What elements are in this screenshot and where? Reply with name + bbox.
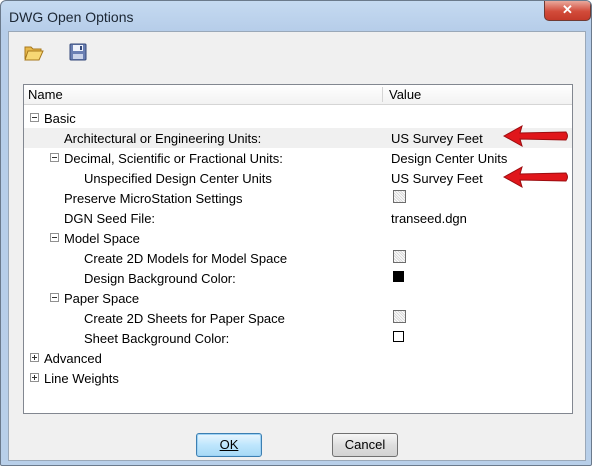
property-row[interactable]: DGN Seed File: transeed.dgn: [24, 208, 572, 228]
category-row-basic[interactable]: Basic: [24, 108, 572, 128]
red-arrow-icon: [502, 165, 568, 189]
collapse-icon[interactable]: [30, 113, 39, 122]
property-row[interactable]: Architectural or Engineering Units: US S…: [24, 128, 572, 148]
property-label: Design Background Color:: [84, 271, 236, 286]
property-value[interactable]: US Survey Feet: [391, 131, 483, 146]
open-button[interactable]: [21, 40, 47, 64]
category-row-model-space[interactable]: Model Space: [24, 228, 572, 248]
property-value[interactable]: US Survey Feet: [391, 171, 483, 186]
property-label: Preserve MicroStation Settings: [64, 191, 243, 206]
design-background-color-swatch[interactable]: [393, 271, 404, 282]
preserve-settings-checkbox[interactable]: [393, 190, 406, 203]
red-arrow-icon: [502, 124, 568, 148]
floppy-disk-icon: [69, 43, 87, 61]
arrow-shape: [502, 124, 568, 148]
save-button[interactable]: [65, 40, 91, 64]
property-label: Architectural or Engineering Units:: [64, 131, 262, 146]
category-label: Advanced: [44, 351, 102, 366]
category-label: Model Space: [64, 231, 140, 246]
property-row[interactable]: Create 2D Sheets for Paper Space: [24, 308, 572, 328]
create-2d-models-checkbox[interactable]: [393, 250, 406, 263]
category-label: Line Weights: [44, 371, 119, 386]
property-label: Create 2D Models for Model Space: [84, 251, 288, 266]
cancel-button[interactable]: Cancel: [332, 433, 398, 457]
dialog-client-area: Name Value Basic Architectural or Engine…: [8, 31, 586, 461]
sheet-background-color-swatch[interactable]: [393, 331, 404, 342]
property-label: Create 2D Sheets for Paper Space: [84, 311, 285, 326]
title-bar[interactable]: DWG Open Options ✕: [1, 1, 591, 35]
collapse-icon[interactable]: [50, 153, 59, 162]
property-label: Unspecified Design Center Units: [84, 171, 272, 186]
expand-icon[interactable]: [30, 373, 39, 382]
property-label: Decimal, Scientific or Fractional Units:: [64, 151, 283, 166]
close-button[interactable]: ✕: [544, 1, 591, 21]
column-divider[interactable]: [382, 87, 383, 102]
property-row[interactable]: Create 2D Models for Model Space: [24, 248, 572, 268]
property-label: DGN Seed File:: [64, 211, 156, 226]
category-row-advanced[interactable]: Advanced: [24, 348, 572, 368]
dwg-open-options-dialog: DWG Open Options ✕ Name Value Basic Arch…: [0, 0, 592, 466]
category-row-paper-space[interactable]: Paper Space: [24, 288, 572, 308]
category-label: Basic: [44, 111, 76, 126]
property-value[interactable]: transeed.dgn: [391, 211, 467, 226]
column-header-value[interactable]: Value: [389, 87, 421, 102]
category-label: Paper Space: [64, 291, 140, 306]
property-row[interactable]: Sheet Background Color:: [24, 328, 572, 348]
property-grid[interactable]: Name Value Basic Architectural or Engine…: [23, 84, 573, 414]
property-row[interactable]: Design Background Color:: [24, 268, 572, 288]
ok-button-label: OK: [219, 437, 239, 452]
folder-open-icon: [24, 46, 44, 61]
property-row[interactable]: Decimal, Scientific or Fractional Units:…: [24, 148, 572, 168]
property-row[interactable]: Preserve MicroStation Settings: [24, 188, 572, 208]
collapse-icon[interactable]: [50, 293, 59, 302]
grid-header: Name Value: [24, 85, 572, 105]
create-2d-sheets-checkbox[interactable]: [393, 310, 406, 323]
property-value[interactable]: Design Center Units: [391, 151, 507, 166]
property-row[interactable]: Unspecified Design Center Units US Surve…: [24, 168, 572, 188]
ok-button[interactable]: OK: [196, 433, 262, 457]
expand-icon[interactable]: [30, 353, 39, 362]
arrow-shape: [502, 165, 568, 189]
category-row-line-weights[interactable]: Line Weights: [24, 368, 572, 388]
window-title: DWG Open Options: [9, 9, 134, 25]
column-header-name[interactable]: Name: [28, 87, 63, 102]
property-label: Sheet Background Color:: [84, 331, 230, 346]
collapse-icon[interactable]: [50, 233, 59, 242]
